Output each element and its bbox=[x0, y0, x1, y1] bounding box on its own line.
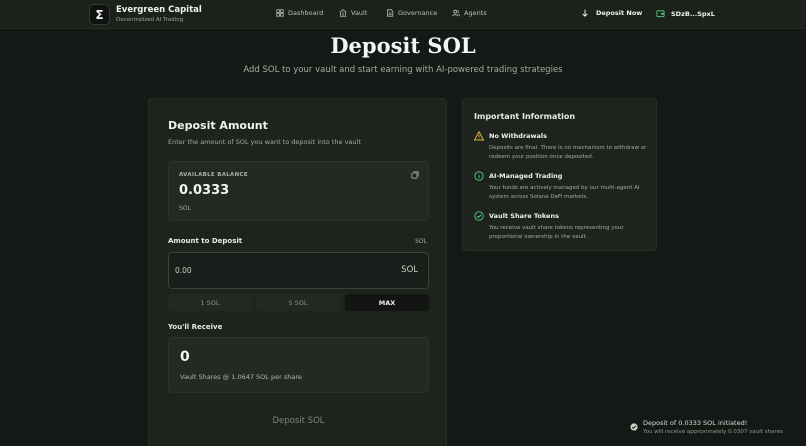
receive-rate: Vault Shares @ 1.0647 SOL per share bbox=[180, 373, 302, 381]
page-subtitle: Add SOL to your vault and start earning … bbox=[243, 65, 563, 75]
deposit-description: Enter the amount of SOL you want to depo… bbox=[168, 138, 361, 146]
info-icon bbox=[474, 171, 484, 181]
receive-label: You'll Receive bbox=[168, 323, 223, 331]
info-item-title: Vault Share Tokens bbox=[489, 212, 559, 220]
nav-link-label: Dashboard bbox=[288, 9, 324, 17]
nav-link-label: Vault bbox=[351, 9, 368, 17]
important-info-card: Important Information No Withdrawals Dep… bbox=[462, 98, 657, 251]
deposit-card: Deposit Amount Enter the amount of SOL y… bbox=[148, 98, 447, 446]
preset-1-sol-button[interactable]: 1 SOL bbox=[168, 294, 252, 311]
top-nav: Σ Evergreen Capital Decentralized AI Tra… bbox=[0, 0, 806, 29]
nav-link-vault[interactable]: Vault bbox=[339, 9, 367, 17]
info-item-text: Deposits are final. There is no mechanis… bbox=[489, 145, 647, 160]
dashboard-icon bbox=[276, 9, 284, 17]
users-icon bbox=[452, 9, 460, 17]
check-circle-icon bbox=[474, 211, 484, 221]
receive-value: 0 bbox=[180, 349, 190, 365]
brand-name[interactable]: Evergreen Capital bbox=[116, 5, 202, 15]
nav-link-dashboard[interactable]: Dashboard bbox=[276, 9, 323, 17]
nav-link-label: Governance bbox=[398, 9, 438, 17]
nav-link-agents[interactable]: Agents bbox=[452, 9, 487, 17]
copy-icon[interactable] bbox=[411, 171, 419, 179]
deposit-now-label: Deposit Now bbox=[596, 9, 643, 17]
wallet-icon bbox=[656, 10, 665, 18]
arrow-down-icon bbox=[582, 9, 588, 17]
nav-link-governance[interactable]: Governance bbox=[386, 9, 437, 17]
brand-subtitle: Decentralized AI Trading bbox=[116, 17, 184, 23]
toast-description: You will receive approximately 0.0307 va… bbox=[643, 429, 783, 435]
amount-unit-hint: SOL bbox=[415, 238, 427, 245]
nav-link-label: Agents bbox=[464, 9, 487, 17]
deposit-toast[interactable]: Deposit of 0.0333 SOL initiated! You wil… bbox=[630, 418, 800, 440]
preset-max-button[interactable]: MAX bbox=[345, 294, 429, 311]
wallet-button[interactable]: SDzB...SpxL bbox=[656, 9, 715, 18]
document-icon bbox=[387, 9, 394, 17]
info-item-text: Your funds are actively managed by our m… bbox=[489, 185, 640, 200]
info-item-title: AI-Managed Trading bbox=[489, 172, 563, 180]
page-title: Deposit SOL bbox=[330, 33, 476, 58]
logo-icon[interactable]: Σ bbox=[89, 4, 110, 25]
info-title: Important Information bbox=[474, 112, 576, 121]
check-circle-icon bbox=[630, 423, 638, 431]
receive-panel: 0 Vault Shares @ 1.0647 SOL per share bbox=[168, 337, 429, 393]
toast-title: Deposit of 0.0333 SOL initiated! bbox=[643, 419, 748, 427]
wallet-address: SDzB...SpxL bbox=[671, 9, 715, 18]
amount-label: Amount to Deposit bbox=[168, 237, 243, 245]
vault-icon bbox=[339, 9, 347, 17]
preset-5-sol-button[interactable]: 5 SOL bbox=[256, 294, 340, 311]
info-item-text: You receive vault share tokens represent… bbox=[489, 225, 624, 240]
deposit-heading: Deposit Amount bbox=[168, 119, 268, 132]
balance-unit: SOL bbox=[179, 205, 191, 212]
amount-value[interactable]: 0.00 bbox=[175, 266, 192, 275]
warning-icon bbox=[474, 131, 484, 141]
deposit-now-button[interactable]: Deposit Now bbox=[581, 9, 642, 17]
info-item-title: No Withdrawals bbox=[489, 132, 548, 140]
balance-value: 0.0333 bbox=[179, 183, 230, 198]
deposit-sol-button[interactable]: Deposit SOL bbox=[168, 411, 429, 431]
amount-input[interactable]: 0.00 SOL bbox=[168, 252, 429, 289]
available-balance-panel: AVAILABLE BALANCE 0.0333 SOL bbox=[168, 161, 429, 221]
amount-suffix: SOL bbox=[401, 265, 418, 275]
balance-label: AVAILABLE BALANCE bbox=[179, 172, 248, 178]
